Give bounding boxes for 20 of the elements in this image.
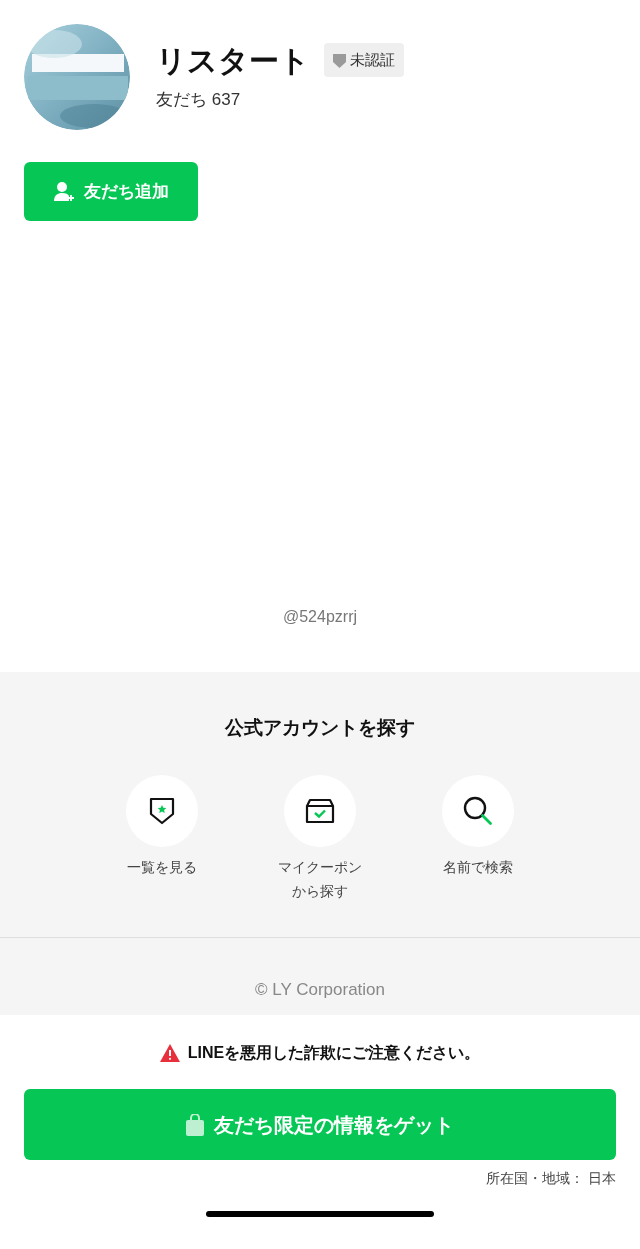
warning-icon	[159, 1044, 180, 1062]
shield-icon	[149, 795, 175, 826]
copyright: © LY Corporation	[255, 978, 385, 1001]
search-icon	[462, 794, 494, 827]
get-info-button[interactable]: 友だち限定の情報をゲット	[24, 1089, 616, 1160]
warning-text: LINEを悪用した詐欺にご注意ください。	[187, 1043, 481, 1063]
account-name: リスタート	[156, 42, 310, 79]
friend-count: 友だち 637	[156, 88, 242, 111]
explore-label: マイクーポンから探す	[277, 857, 363, 901]
section-title: 公式アカウントを探す	[224, 716, 416, 740]
badge-label: 未認証	[350, 50, 395, 70]
account-id: @524pzrrj	[282, 607, 357, 627]
add-friend-button[interactable]: 友だち追加	[24, 162, 198, 221]
shield-icon	[333, 52, 346, 68]
add-person-icon	[53, 181, 76, 202]
explore-label: 名前で検索	[442, 857, 514, 877]
region-text: 所在国・地域： 日本	[486, 1169, 616, 1188]
shopping-bag-icon	[186, 1113, 204, 1136]
box-check-icon	[305, 797, 335, 824]
explore-label: 一覧を見る	[126, 857, 198, 877]
